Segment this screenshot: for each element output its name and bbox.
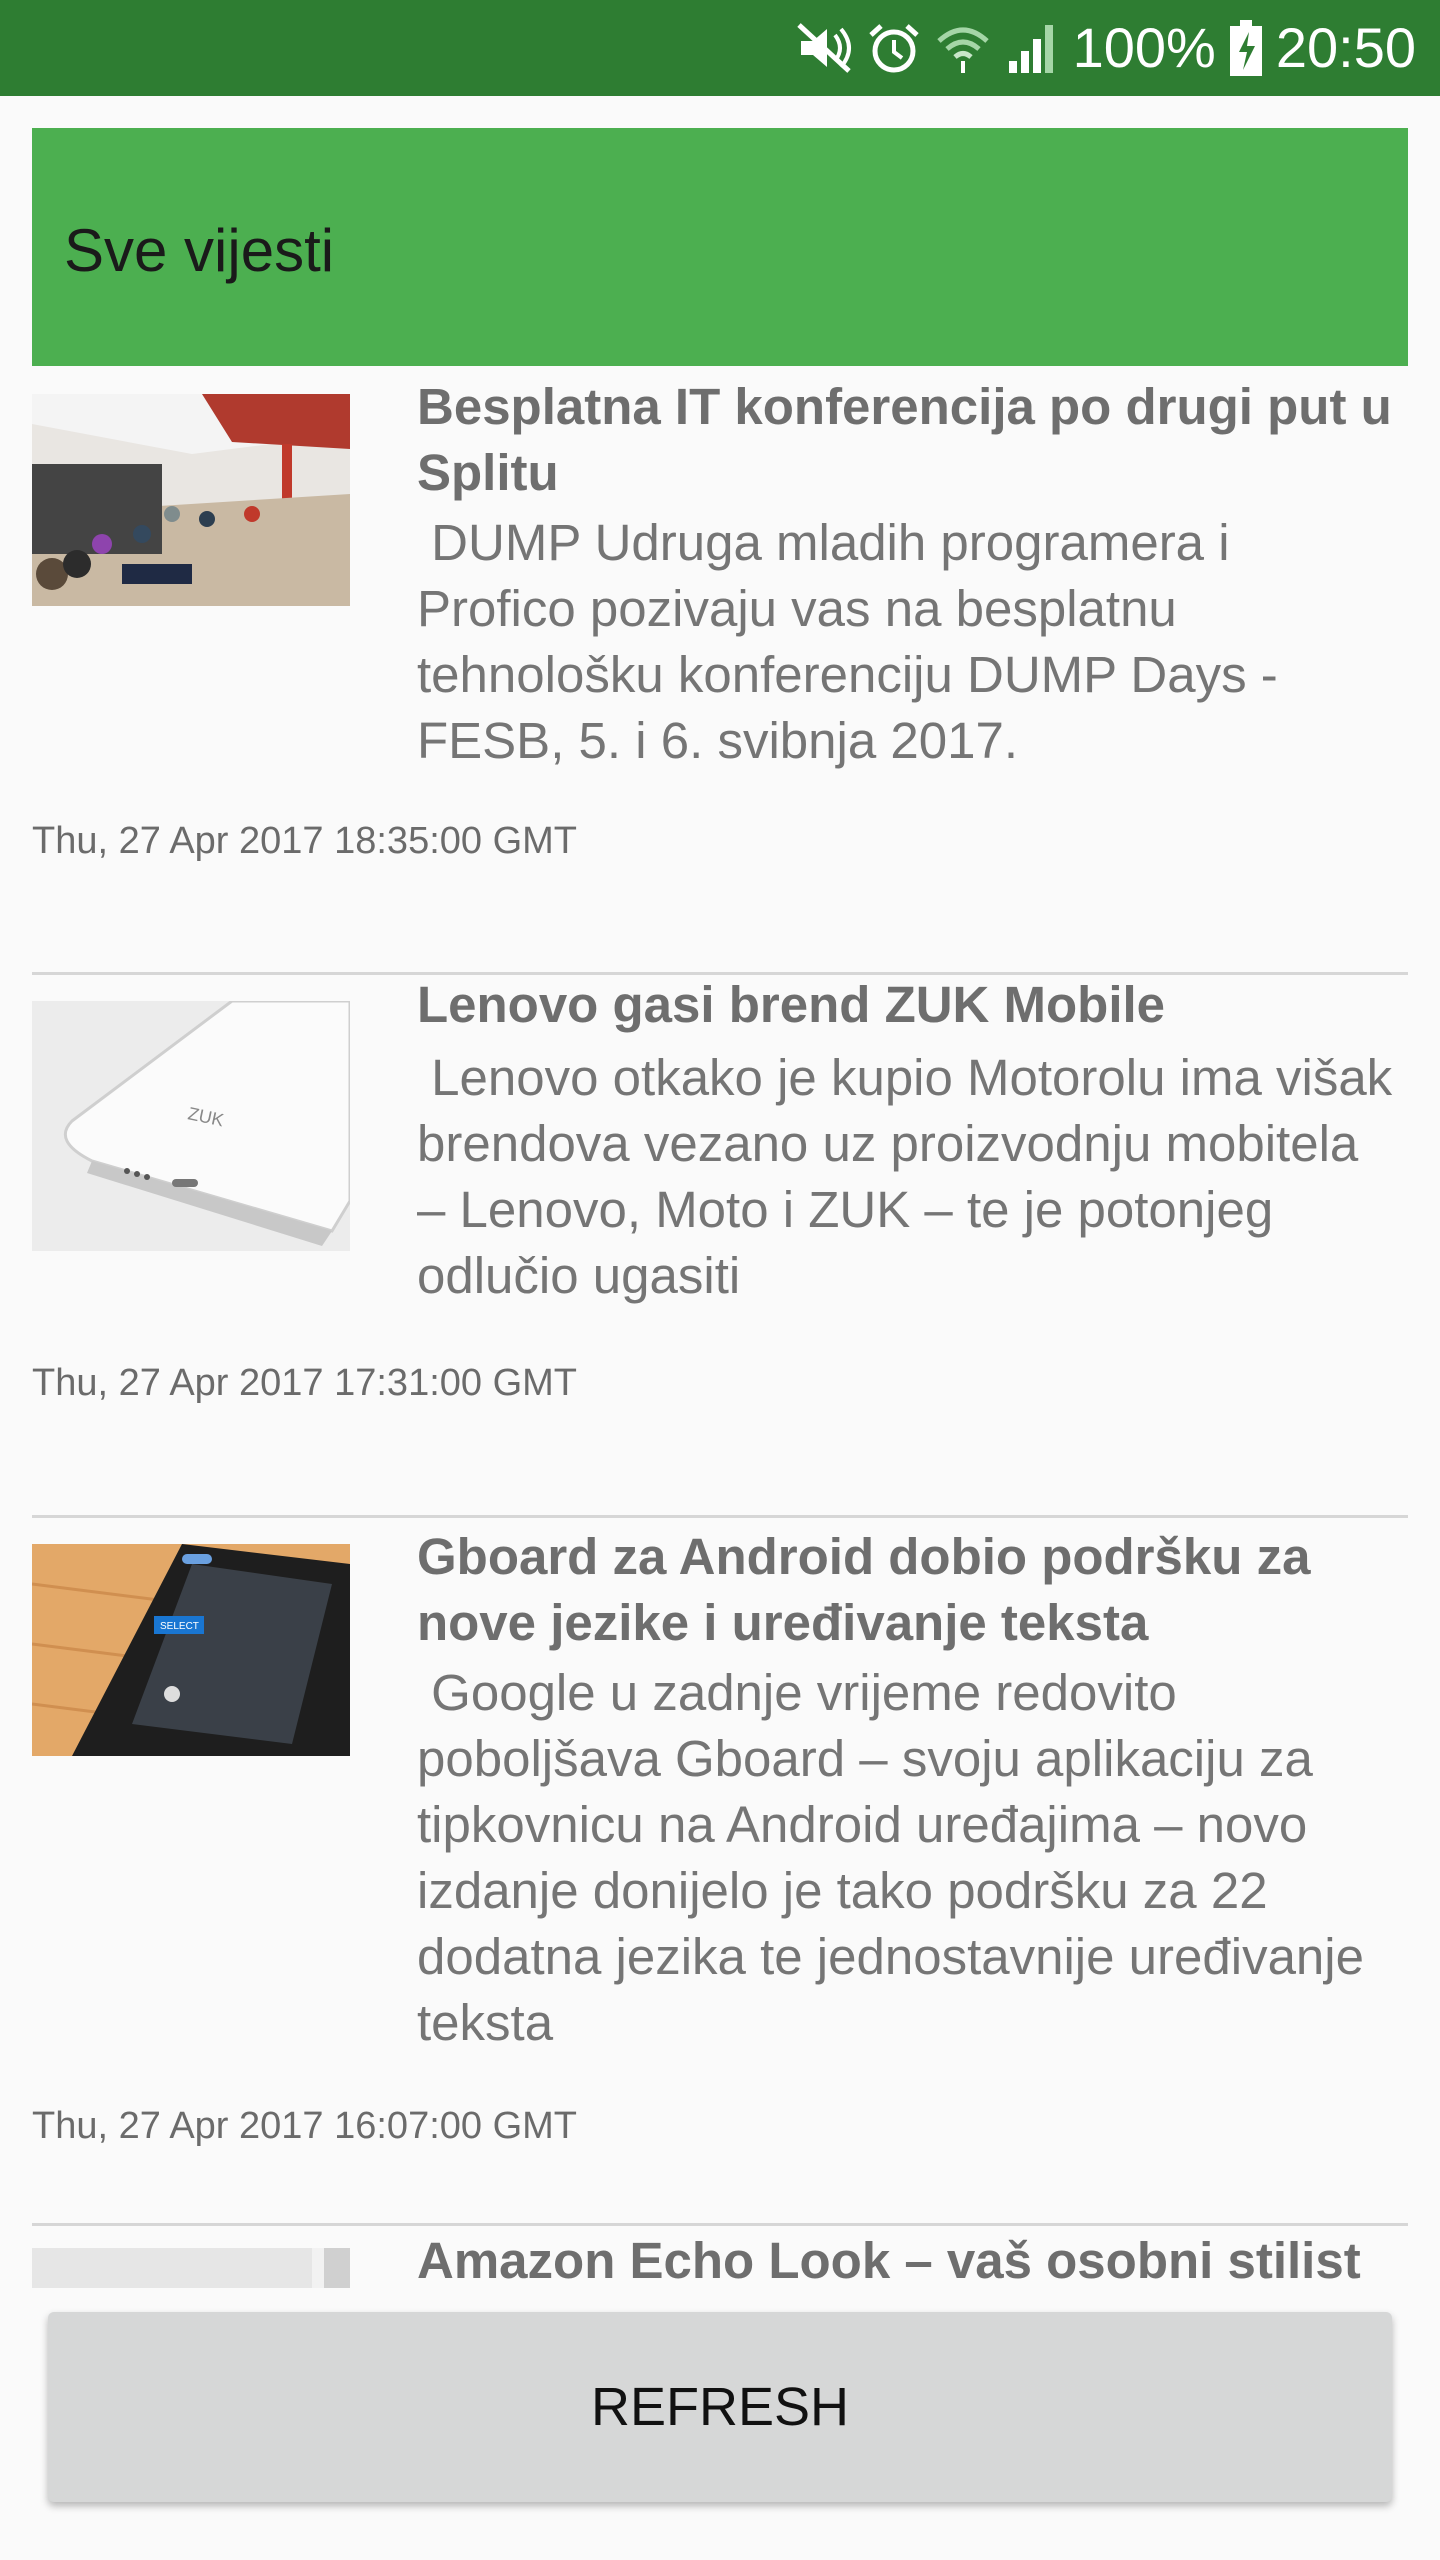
article-date: Thu, 27 Apr 2017 18:35:00 GMT: [32, 820, 578, 862]
status-bar: 100% 20:50: [0, 0, 1440, 96]
list-item[interactable]: SELECT Gboard za Android dobio podršku z…: [0, 1518, 1440, 2223]
article-thumbnail: [32, 2248, 350, 2288]
clock: 20:50: [1275, 16, 1416, 79]
article-title[interactable]: Amazon Echo Look – vaš osobni stilist: [417, 2228, 1397, 2294]
mute-icon: [795, 21, 853, 75]
article-title[interactable]: Besplatna IT konferencija po drugi put u…: [417, 374, 1397, 506]
alarm-icon: [867, 21, 921, 75]
article-thumbnail: SELECT: [32, 1544, 350, 1756]
article-description: DUMP Udruga mladih programera i Profico …: [417, 514, 1292, 769]
page-header: Sve vijesti: [32, 128, 1408, 366]
article-date: Thu, 27 Apr 2017 17:31:00 GMT: [32, 1362, 578, 1404]
list-item[interactable]: ZUK Lenovo gasi brend ZUK Mobile Lenovo …: [0, 975, 1440, 1515]
article-date: Thu, 27 Apr 2017 16:07:00 GMT: [32, 2105, 578, 2147]
news-list[interactable]: Besplatna IT konferencija po drugi put u…: [0, 366, 1440, 2306]
article-description: Lenovo otkako je kupio Motorolu ima viša…: [417, 1049, 1407, 1304]
article-title[interactable]: Lenovo gasi brend ZUK Mobile: [417, 972, 1397, 1038]
wifi-icon: [935, 21, 991, 75]
page-title: Sve vijesti: [64, 217, 335, 284]
article-thumbnail: [32, 394, 350, 606]
refresh-button[interactable]: REFRESH: [48, 2312, 1392, 2502]
list-item[interactable]: Besplatna IT konferencija po drugi put u…: [0, 366, 1440, 972]
article-description: Google u zadnje vrijeme redovito poboljš…: [417, 1664, 1379, 2051]
article-thumbnail: ZUK: [32, 1001, 350, 1251]
battery-charging-icon: [1229, 20, 1262, 76]
list-item[interactable]: Amazon Echo Look – vaš osobni stilist: [0, 2226, 1440, 2306]
thumb-text: SELECT: [160, 1621, 199, 1632]
signal-icon: [1005, 21, 1059, 75]
article-title[interactable]: Gboard za Android dobio podršku za nove …: [417, 1524, 1397, 1656]
battery-level: 100%: [1072, 16, 1216, 79]
